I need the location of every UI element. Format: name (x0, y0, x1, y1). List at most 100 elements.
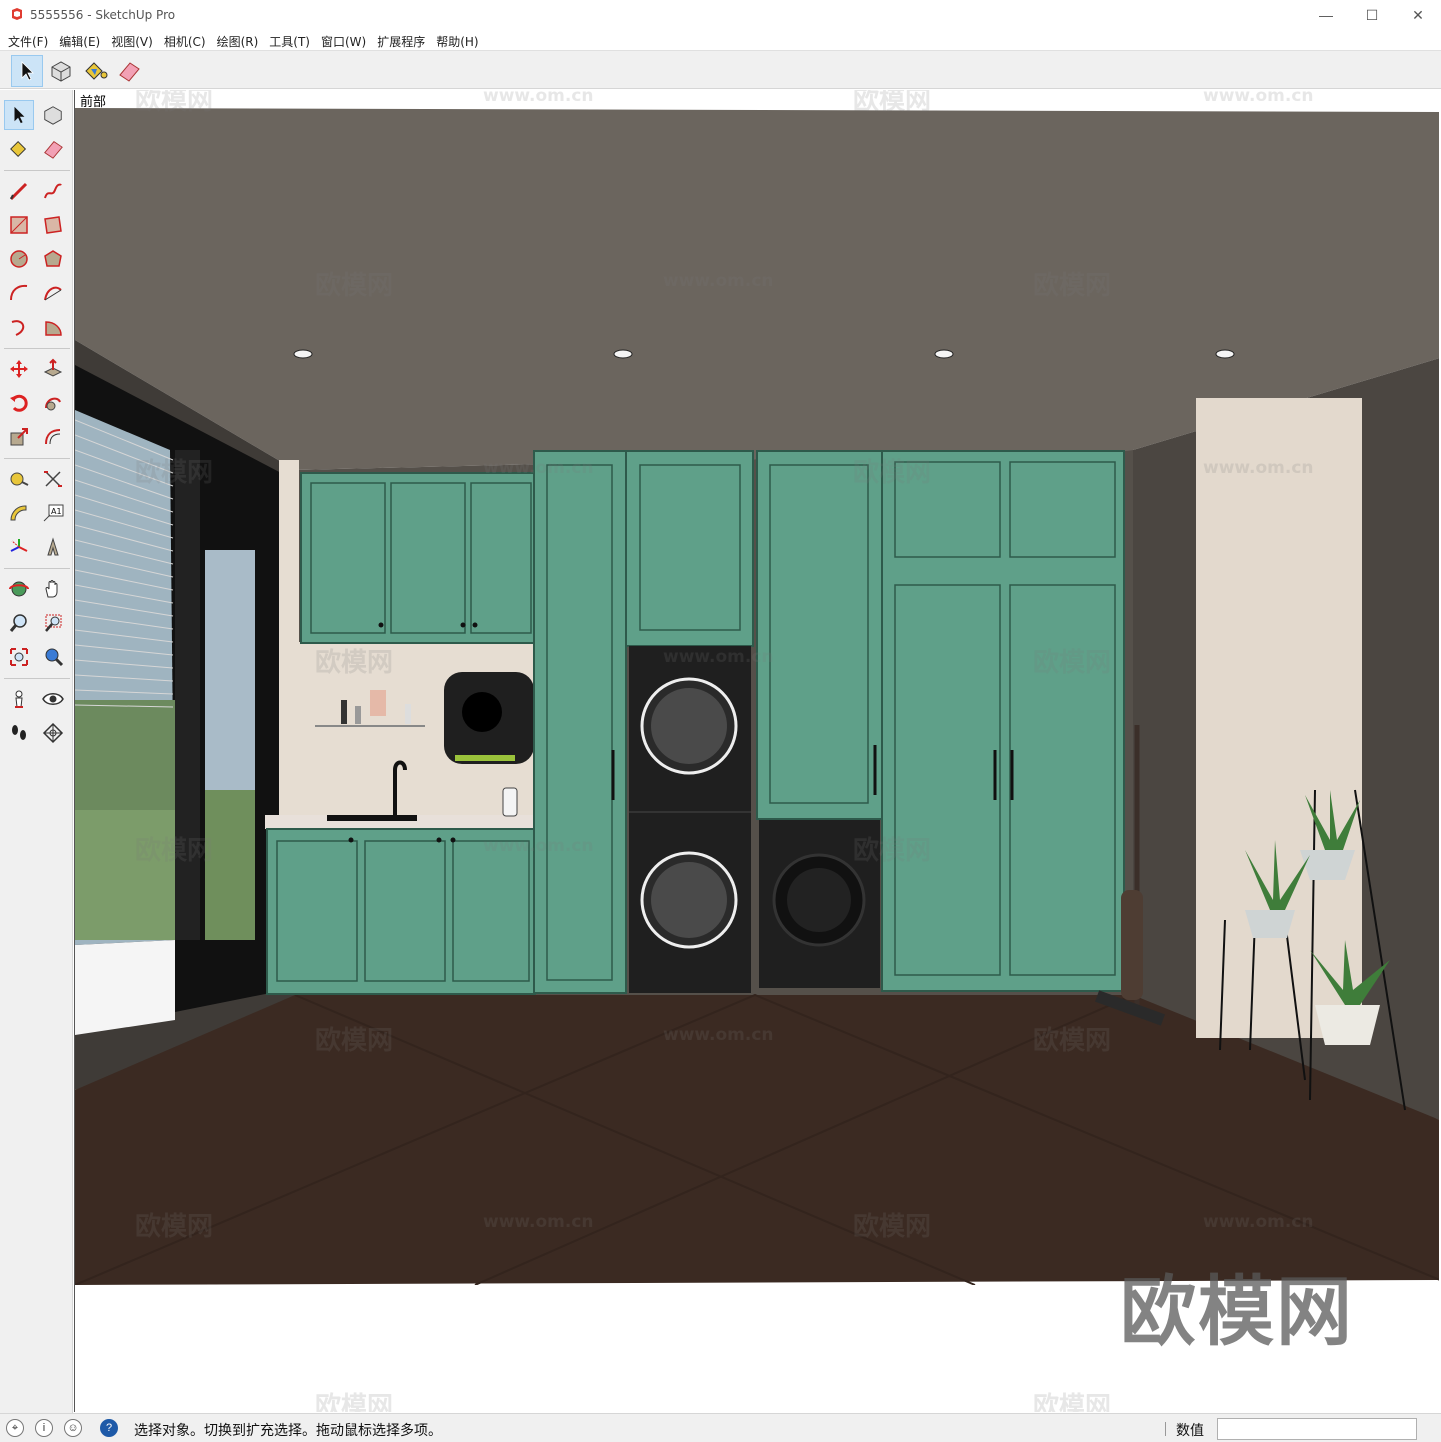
tool-follow-me[interactable] (38, 388, 68, 418)
tool-zoom[interactable] (4, 608, 34, 638)
toolbar-separator (4, 170, 70, 171)
toolbar-paint-button[interactable] (79, 55, 111, 87)
protractor-icon (10, 505, 27, 521)
tool-three-point-arc[interactable] (4, 312, 34, 342)
tool-3d-text[interactable] (38, 532, 68, 562)
tool-section-plane[interactable] (38, 718, 68, 748)
tool-component[interactable] (38, 100, 68, 130)
menu-window[interactable]: 窗口(W) (317, 30, 373, 50)
watermark: www.om.cn (1203, 458, 1314, 478)
minimize-button[interactable]: — (1303, 0, 1349, 30)
scene-tab[interactable]: 前部 (80, 91, 106, 110)
tool-select[interactable] (4, 100, 34, 130)
user-account-icon[interactable]: ☺ (64, 1419, 82, 1437)
toolbar-component-button[interactable] (45, 55, 77, 87)
tool-zoom-window[interactable] (38, 608, 68, 638)
tool-look-around[interactable] (38, 684, 68, 714)
tool-pie[interactable] (38, 312, 68, 342)
tool-position-camera[interactable] (4, 684, 34, 714)
position-camera-icon (15, 690, 23, 708)
toolbar-separator (4, 568, 70, 569)
tool-circle[interactable] (4, 244, 34, 274)
measurements-input[interactable] (1217, 1418, 1417, 1440)
magnifier-icon (9, 614, 27, 632)
tool-axes[interactable] (4, 532, 34, 562)
tool-walk[interactable] (4, 718, 34, 748)
tool-text[interactable]: A1 (38, 498, 68, 528)
circle-icon (10, 250, 28, 268)
tool-polygon[interactable] (38, 244, 68, 274)
axes-icon (10, 539, 28, 552)
watermark: www.om.cn (483, 458, 594, 478)
menu-help[interactable]: 帮助(H) (432, 30, 485, 50)
two-point-arc-icon (44, 286, 62, 301)
follow-me-icon (45, 397, 61, 411)
status-bar: ⌖ i ☺ ? 选择对象。切换到扩充选择。拖动鼠标选择多项。 数值 (0, 1413, 1441, 1442)
tool-paint-bucket[interactable] (4, 134, 34, 164)
watermark: www.om.cn (663, 1025, 774, 1045)
close-button[interactable]: ✕ (1395, 0, 1441, 30)
washer-tower-upper-cabinet (625, 450, 754, 647)
maximize-button[interactable]: ☐ (1349, 0, 1395, 30)
tool-eraser[interactable] (38, 134, 68, 164)
menu-draw[interactable]: 绘图(R) (213, 30, 266, 50)
tool-arc[interactable] (4, 278, 34, 308)
tool-rotate[interactable] (4, 388, 34, 418)
tool-move[interactable] (4, 354, 34, 384)
tool-two-point-arc[interactable] (38, 278, 68, 308)
right-cabinet-bank (881, 450, 1125, 992)
watermark: 欧模网 (135, 836, 214, 866)
freehand-icon (44, 183, 62, 199)
menu-extensions[interactable]: 扩展程序 (373, 30, 432, 50)
watermark: 欧模网 (135, 1212, 214, 1242)
tool-push-pull[interactable] (38, 354, 68, 384)
tool-dimension[interactable] (38, 464, 68, 494)
watermark: 欧模网 (315, 271, 394, 301)
tool-offset[interactable] (38, 422, 68, 452)
status-message: 选择对象。切换到扩充选择。拖动鼠标选择多项。 (134, 1423, 442, 1439)
tool-freehand[interactable] (38, 176, 68, 206)
paint-bucket-icon (10, 141, 27, 157)
tool-protractor[interactable] (4, 498, 34, 528)
credits-icon[interactable]: i (35, 1419, 53, 1437)
watermark: www.om.cn (1203, 90, 1314, 106)
watermark: 欧模网 (853, 1212, 932, 1242)
menu-camera[interactable]: 相机(C) (160, 30, 213, 50)
getting-started-toolbar (0, 50, 1441, 89)
menu-tools[interactable]: 工具(T) (265, 30, 317, 50)
watermark: 欧模网 (1033, 648, 1112, 678)
toolbar-select-button[interactable] (11, 55, 43, 87)
status-divider (1165, 1422, 1166, 1436)
tool-rectangle[interactable] (4, 210, 34, 240)
tool-previous-view[interactable] (38, 642, 68, 672)
middle-cabinet (756, 450, 883, 820)
three-point-arc-icon (11, 320, 25, 336)
tool-rotated-rectangle[interactable] (38, 210, 68, 240)
menu-edit[interactable]: 编辑(E) (55, 30, 107, 50)
toolbar-separator (4, 348, 70, 349)
watermark: 欧模网 (853, 90, 932, 116)
tool-tape-measure[interactable] (4, 464, 34, 494)
watermark: 欧模网 (135, 90, 214, 116)
tool-line[interactable] (4, 176, 34, 206)
pan-hand-icon (45, 580, 58, 598)
three-d-text-icon (47, 537, 59, 556)
large-tool-set: A1 (0, 90, 73, 1413)
watermark: 欧模网 (1033, 271, 1112, 301)
dimension-icon (44, 471, 62, 487)
toolbar-separator (4, 458, 70, 459)
tape-measure-icon (10, 472, 29, 486)
drawing-viewport[interactable]: 前部 欧模网 www.om.cn 欧模网 www.om.cn 欧模网 www.o… (74, 90, 1439, 1412)
tool-orbit[interactable] (4, 574, 34, 604)
rectangle-icon (10, 216, 28, 234)
menu-file[interactable]: 文件(F) (4, 30, 55, 50)
toolbar-eraser-button[interactable] (113, 55, 145, 87)
tool-pan[interactable] (38, 574, 68, 604)
tool-scale[interactable] (4, 422, 34, 452)
help-icon[interactable]: ? (100, 1419, 118, 1437)
geo-location-icon[interactable]: ⌖ (6, 1419, 24, 1437)
arrow-cursor-icon (14, 106, 25, 124)
window-title: 5555556 - SketchUp Pro (30, 8, 176, 22)
menu-view[interactable]: 视图(V) (107, 30, 160, 50)
tool-zoom-extents[interactable] (4, 642, 34, 672)
